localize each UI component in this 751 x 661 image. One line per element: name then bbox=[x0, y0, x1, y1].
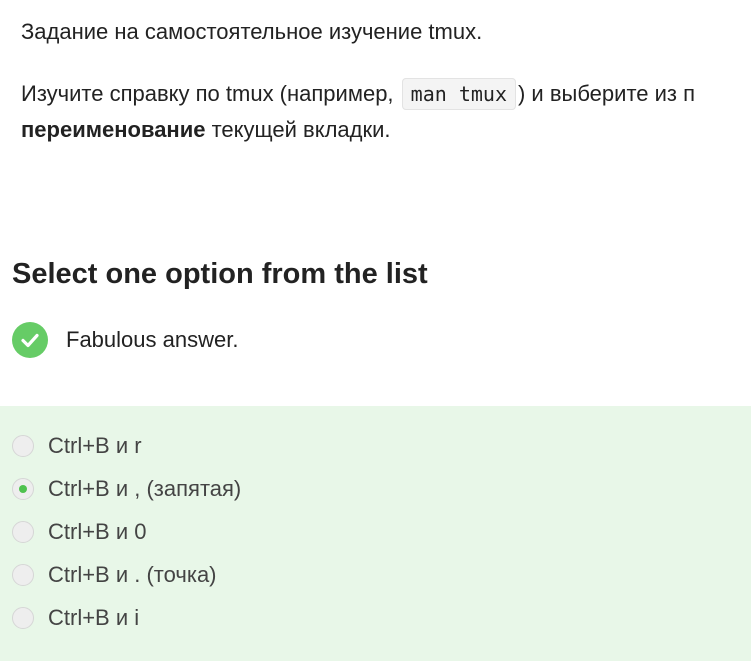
option-item[interactable]: Ctrl+B и i bbox=[12, 603, 139, 633]
radio-button[interactable] bbox=[12, 607, 34, 629]
option-label: Ctrl+B и i bbox=[48, 605, 140, 630]
task-instructions-line3: переименование текущей вкладки. bbox=[21, 112, 751, 148]
feedback-banner: Fabulous answer. bbox=[12, 322, 238, 358]
task-title: Задание на самостоятельное изучение tmux… bbox=[21, 19, 483, 44]
task-instructions: Изучите справку по tmux (например, man t… bbox=[21, 76, 751, 112]
radio-button[interactable] bbox=[12, 435, 34, 457]
code-snippet: man tmux bbox=[401, 78, 516, 110]
options-list: Ctrl+B и r Ctrl+B и , (запятая) Ctrl+B и… bbox=[0, 406, 751, 661]
radio-dot-icon bbox=[19, 485, 27, 493]
radio-button[interactable] bbox=[12, 521, 34, 543]
option-item[interactable]: Ctrl+B и r bbox=[12, 431, 142, 461]
radio-button-selected[interactable] bbox=[12, 478, 34, 500]
option-label: Ctrl+B и 0 bbox=[48, 519, 147, 544]
task-instructions-text: Изучите справку по tmux (например, bbox=[21, 81, 400, 106]
task-text: Задание на самостоятельное изучение tmux… bbox=[21, 14, 751, 148]
option-item-selected[interactable]: Ctrl+B и , (запятая) bbox=[12, 474, 241, 504]
feedback-text: Fabulous answer. bbox=[66, 327, 239, 352]
task-instructions-text-cont: ) и выберите из п bbox=[517, 81, 696, 106]
option-label: Ctrl+B и . (точка) bbox=[48, 562, 217, 587]
radio-button[interactable] bbox=[12, 564, 34, 586]
task-emphasis: переименование bbox=[21, 117, 206, 142]
check-circle-icon bbox=[12, 322, 48, 358]
quiz-prompt: Select one option from the list bbox=[12, 258, 428, 290]
option-item[interactable]: Ctrl+B и 0 bbox=[12, 517, 146, 547]
option-label: Ctrl+B и r bbox=[48, 433, 142, 458]
option-label: Ctrl+B и , (запятая) bbox=[48, 476, 242, 501]
option-item[interactable]: Ctrl+B и . (точка) bbox=[12, 560, 217, 590]
task-instructions-end: текущей вкладки. bbox=[205, 117, 391, 142]
